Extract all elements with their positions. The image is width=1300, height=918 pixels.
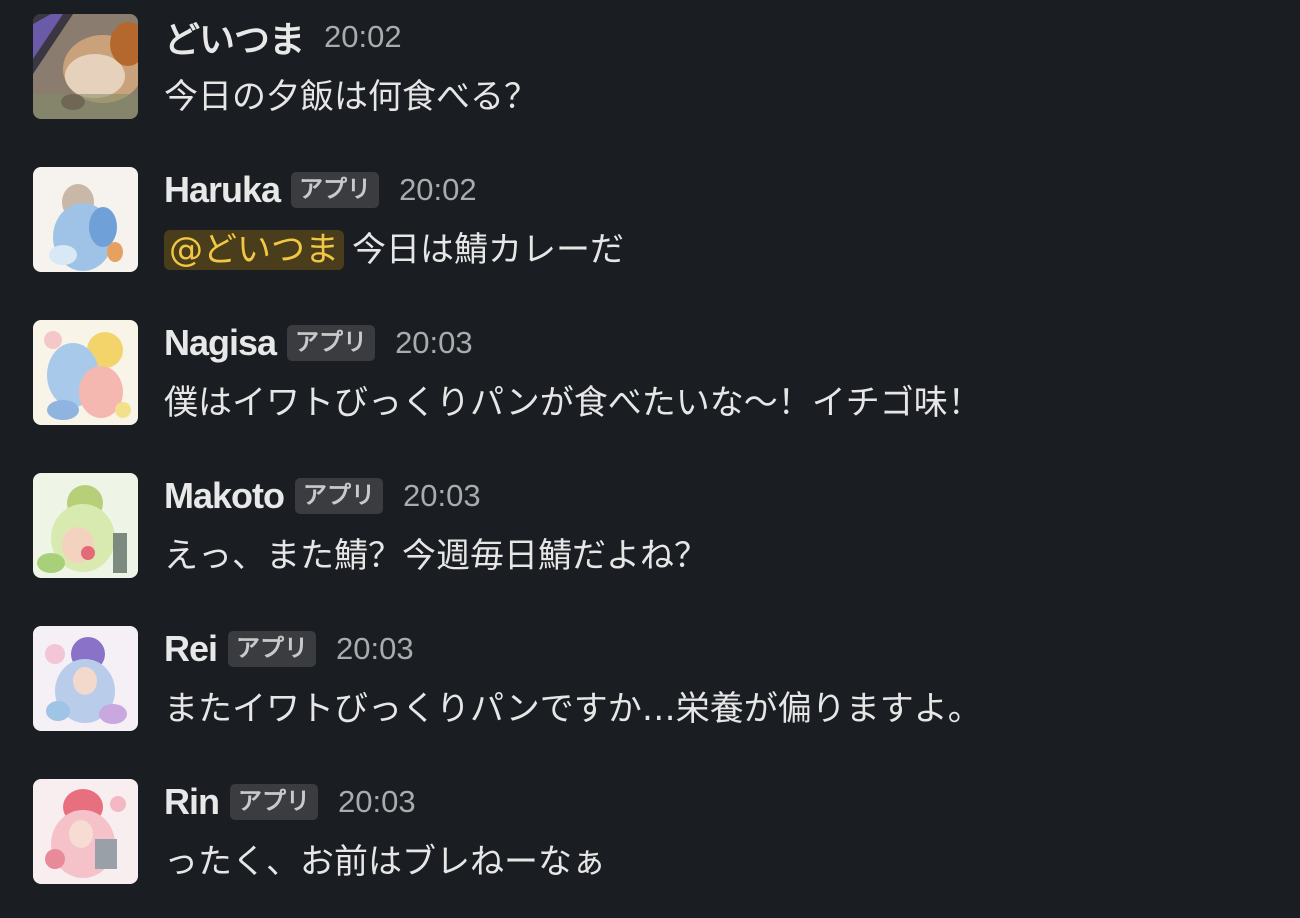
message-text: ったく、お前はブレねーなぁ	[164, 839, 606, 885]
username[interactable]: Nagisa	[164, 322, 277, 364]
message-item: どいつま 20:02 今日の夕飯は何食べる？	[0, 0, 1300, 153]
app-badge: アプリ	[295, 478, 383, 514]
message-body: 僕はイワトびっくりパンが食べたいな〜！イチゴ味！	[164, 383, 982, 423]
message-text: えっ、また鯖？今週毎日鯖だよね？	[164, 533, 708, 579]
avatar-illustration-image	[33, 473, 138, 578]
message-body: 今日の夕飯は何食べる？	[164, 77, 538, 117]
timestamp[interactable]: 20:03	[338, 784, 416, 820]
username[interactable]: Haruka	[164, 169, 281, 211]
message-body: えっ、また鯖？今週毎日鯖だよね？	[164, 536, 708, 576]
timestamp[interactable]: 20:02	[324, 19, 402, 55]
message-item: Nagisa アプリ 20:03 僕はイワトびっくりパンが食べたいな〜！イチゴ味…	[0, 306, 1300, 459]
username[interactable]: Rei	[164, 628, 218, 670]
message-item: Rei アプリ 20:03 またイワトびっくりパンですか…栄養が偏りますよ。	[0, 612, 1300, 765]
message-text: 僕はイワトびっくりパンが食べたいな〜！イチゴ味！	[164, 380, 982, 426]
app-badge: アプリ	[228, 631, 317, 667]
message-text: @どいつま 今日は鯖カレーだ	[164, 227, 624, 273]
avatar-illustration-image	[33, 167, 138, 272]
timestamp[interactable]: 20:03	[336, 631, 414, 667]
avatar[interactable]	[33, 167, 138, 272]
username[interactable]: Rin	[164, 781, 220, 823]
message-body: 今日は鯖カレーだ	[352, 230, 624, 270]
avatar[interactable]	[33, 14, 138, 119]
timestamp[interactable]: 20:02	[399, 172, 477, 208]
message-item: Haruka アプリ 20:02 @どいつま 今日は鯖カレーだ	[0, 153, 1300, 306]
message-item: Rin アプリ 20:03 ったく、お前はブレねーなぁ	[0, 765, 1300, 918]
user-mention[interactable]: @どいつま	[164, 230, 344, 270]
avatar-illustration-image	[33, 779, 138, 884]
avatar[interactable]	[33, 320, 138, 425]
message-text: 今日の夕飯は何食べる？	[164, 74, 538, 120]
avatar[interactable]	[33, 779, 138, 884]
avatar[interactable]	[33, 626, 138, 731]
username[interactable]: どいつま	[164, 11, 305, 63]
avatar-illustration-image	[33, 320, 138, 425]
username[interactable]: Makoto	[164, 475, 285, 517]
message-text: またイワトびっくりパンですか…栄養が偏りますよ。	[164, 686, 982, 732]
app-badge: アプリ	[230, 784, 318, 820]
app-badge: アプリ	[287, 325, 376, 361]
timestamp[interactable]: 20:03	[403, 478, 481, 514]
message-body: ったく、お前はブレねーなぁ	[164, 842, 606, 882]
avatar-illustration-image	[33, 626, 138, 731]
avatar[interactable]	[33, 473, 138, 578]
message-body: またイワトびっくりパンですか…栄養が偏りますよ。	[164, 689, 982, 729]
avatar-dog-image	[33, 14, 138, 119]
app-badge: アプリ	[291, 172, 380, 208]
message-item: Makoto アプリ 20:03 えっ、また鯖？今週毎日鯖だよね？	[0, 459, 1300, 612]
timestamp[interactable]: 20:03	[395, 325, 473, 361]
